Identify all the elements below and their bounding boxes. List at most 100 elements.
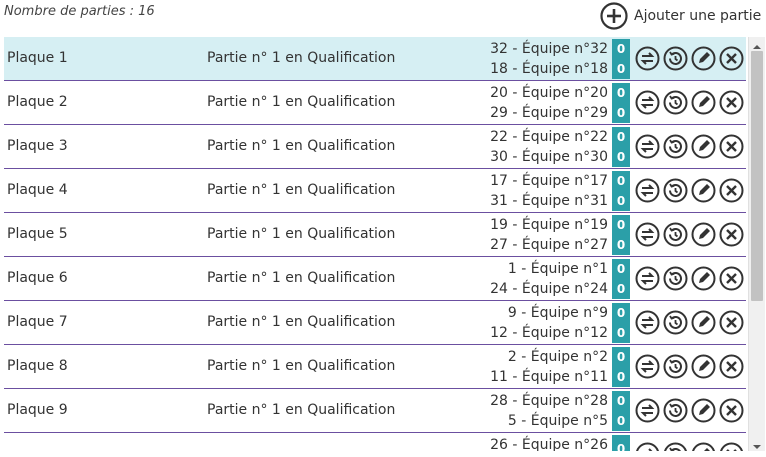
swap-icon[interactable] (635, 222, 660, 247)
close-circle-icon[interactable] (719, 90, 744, 115)
close-circle-icon[interactable] (719, 266, 744, 291)
teams: 9 - Équipe n°9 12 - Équipe n°12 (490, 303, 608, 343)
table-row[interactable]: Plaque 3 Partie n° 1 en Qualification 22… (4, 125, 746, 169)
plaque-label: Plaque 8 (7, 358, 68, 374)
game-description: Partie n° 1 en Qualification (207, 94, 396, 110)
close-circle-icon[interactable] (719, 310, 744, 335)
row-actions (635, 90, 744, 115)
history-icon[interactable] (663, 442, 688, 451)
close-circle-icon[interactable] (719, 442, 744, 451)
close-circle-icon[interactable] (719, 178, 744, 203)
game-description: Partie n° 1 en Qualification (207, 402, 396, 418)
swap-icon[interactable] (635, 134, 660, 159)
table-row[interactable]: Plaque 9 Partie n° 1 en Qualification 28… (4, 389, 746, 433)
team-1: 2 - Équipe n°2 (507, 349, 608, 365)
close-circle-icon[interactable] (719, 398, 744, 423)
scrollbar-thumb[interactable] (751, 51, 763, 301)
game-description: Partie n° 1 en Qualification (207, 358, 396, 374)
history-icon[interactable] (663, 310, 688, 335)
history-icon[interactable] (663, 178, 688, 203)
table-row[interactable]: Plaque 4 Partie n° 1 en Qualification 17… (4, 169, 746, 213)
swap-icon[interactable] (635, 310, 660, 335)
swap-icon[interactable] (635, 46, 660, 71)
teams: 32 - Équipe n°32 18 - Équipe n°18 (490, 39, 608, 79)
team-2: 29 - Équipe n°29 (490, 105, 608, 121)
score-badge: 0 0 (612, 39, 630, 79)
history-icon[interactable] (663, 90, 688, 115)
swap-icon[interactable] (635, 398, 660, 423)
score-1: 0 (616, 130, 626, 144)
game-description: Partie n° 1 en Qualification (207, 270, 396, 286)
swap-icon[interactable] (635, 178, 660, 203)
history-icon[interactable] (663, 134, 688, 159)
score-2: 0 (616, 106, 626, 120)
table-row[interactable]: Plaque 7 Partie n° 1 en Qualification 9 … (4, 301, 746, 345)
teams: 26 - Équipe n°26 (490, 435, 608, 451)
teams: 1 - Équipe n°1 24 - Équipe n°24 (490, 259, 608, 299)
plaque-label: Plaque 9 (7, 402, 68, 418)
history-icon[interactable] (663, 222, 688, 247)
close-circle-icon[interactable] (719, 354, 744, 379)
pencil-icon[interactable] (691, 90, 716, 115)
close-circle-icon[interactable] (719, 134, 744, 159)
teams: 28 - Équipe n°28 5 - Équipe n°5 (490, 391, 608, 431)
plaque-label: Plaque 6 (7, 270, 68, 286)
pencil-icon[interactable] (691, 134, 716, 159)
close-circle-icon[interactable] (719, 46, 744, 71)
pencil-icon[interactable] (691, 442, 716, 451)
plaque-label: Plaque 7 (7, 314, 68, 330)
team-1: 22 - Équipe n°22 (490, 129, 608, 145)
scroll-down-button[interactable] (750, 438, 764, 450)
teams: 17 - Équipe n°17 31 - Équipe n°31 (490, 171, 608, 211)
row-actions (635, 178, 744, 203)
plaque-label: Plaque 3 (7, 138, 68, 154)
plaque-label: Plaque 5 (7, 226, 68, 242)
add-game-button[interactable]: Ajouter une partie (600, 2, 761, 30)
pencil-icon[interactable] (691, 46, 716, 71)
table-row[interactable]: Plaque 6 Partie n° 1 en Qualification 1 … (4, 257, 746, 301)
score-badge: 0 0 (612, 171, 630, 211)
game-description: Partie n° 1 en Qualification (207, 226, 396, 242)
swap-icon[interactable] (635, 90, 660, 115)
table-row[interactable]: Plaque 2 Partie n° 1 en Qualification 20… (4, 81, 746, 125)
add-game-label: Ajouter une partie (634, 8, 762, 24)
table-row[interactable]: Plaque 5 Partie n° 1 en Qualification 19… (4, 213, 746, 257)
swap-icon[interactable] (635, 266, 660, 291)
score-2: 0 (616, 62, 626, 76)
score-2: 0 (616, 370, 626, 384)
row-actions (635, 398, 744, 423)
games-list: Plaque 1 Partie n° 1 en Qualification 32… (4, 37, 746, 451)
row-actions (635, 46, 744, 71)
history-icon[interactable] (663, 46, 688, 71)
swap-icon[interactable] (635, 354, 660, 379)
pencil-icon[interactable] (691, 354, 716, 379)
teams: 19 - Équipe n°19 27 - Équipe n°27 (490, 215, 608, 255)
score-1: 0 (616, 218, 626, 232)
pencil-icon[interactable] (691, 398, 716, 423)
team-1: 9 - Équipe n°9 (507, 305, 608, 321)
score-1: 0 (616, 394, 626, 408)
teams: 20 - Équipe n°20 29 - Équipe n°29 (490, 83, 608, 123)
team-1: 17 - Équipe n°17 (490, 173, 608, 189)
score-badge: 0 0 (612, 83, 630, 123)
history-icon[interactable] (663, 354, 688, 379)
history-icon[interactable] (663, 398, 688, 423)
pencil-icon[interactable] (691, 266, 716, 291)
table-row[interactable]: Plaque 1 Partie n° 1 en Qualification 32… (4, 37, 746, 81)
pencil-icon[interactable] (691, 310, 716, 335)
history-icon[interactable] (663, 266, 688, 291)
score-badge: 0 0 (612, 127, 630, 167)
pencil-icon[interactable] (691, 222, 716, 247)
team-1: 32 - Équipe n°32 (490, 41, 608, 57)
close-circle-icon[interactable] (719, 222, 744, 247)
table-row[interactable]: Plaque 8 Partie n° 1 en Qualification 2 … (4, 345, 746, 389)
team-2: 27 - Équipe n°27 (490, 237, 608, 253)
scroll-up-button[interactable] (750, 38, 764, 50)
swap-icon[interactable] (635, 442, 660, 451)
table-row[interactable]: 26 - Équipe n°26 0 (4, 433, 746, 451)
plus-circle-icon (600, 2, 628, 30)
score-badge: 0 0 (612, 391, 630, 431)
score-2: 0 (616, 282, 626, 296)
pencil-icon[interactable] (691, 178, 716, 203)
scrollbar[interactable] (748, 37, 765, 451)
